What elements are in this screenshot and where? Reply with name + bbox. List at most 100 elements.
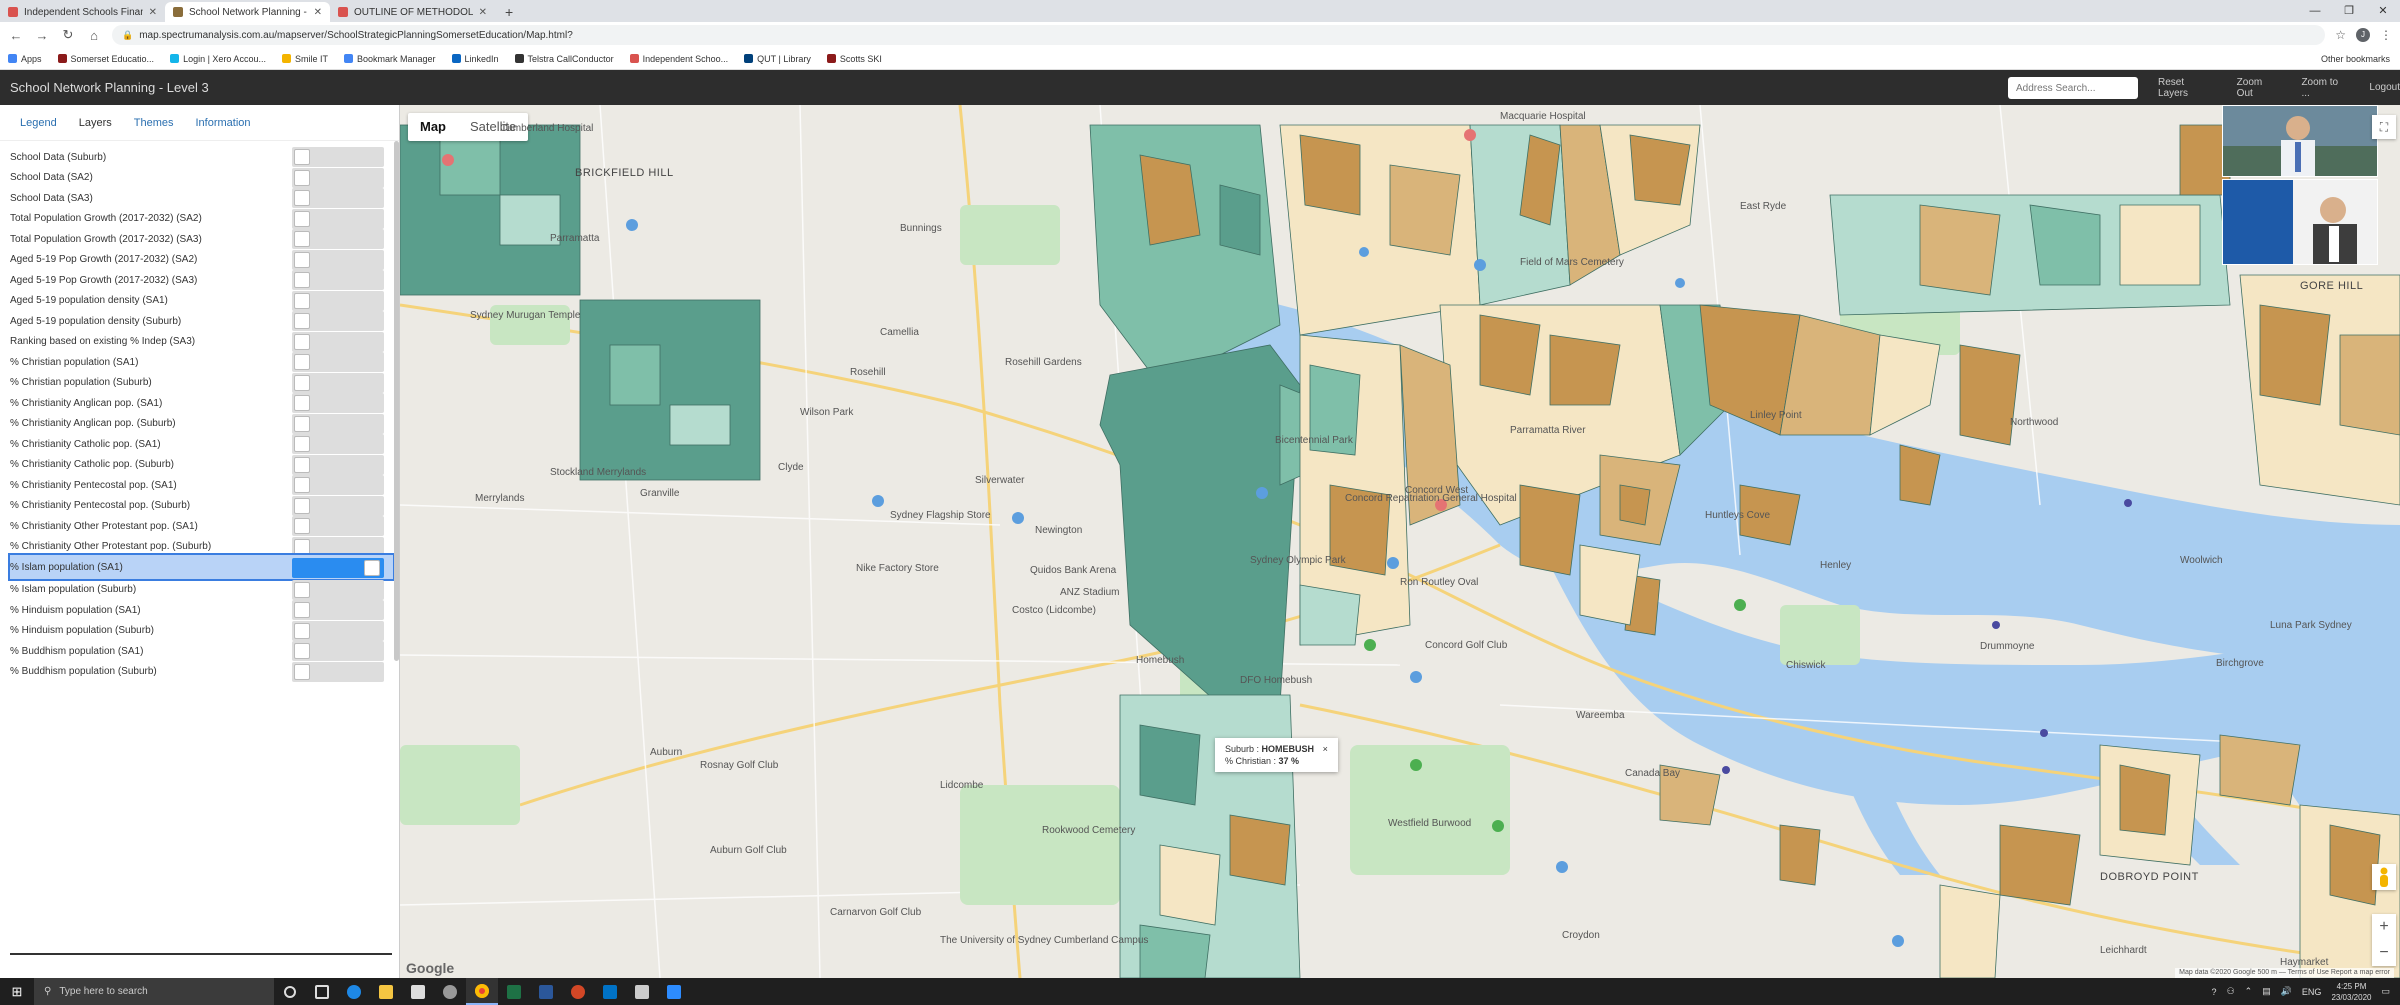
new-tab-button[interactable]: + (495, 2, 523, 22)
layer-toggle[interactable] (292, 579, 384, 600)
people-icon[interactable]: ⚇ (2227, 986, 2235, 997)
layer-toggle[interactable] (292, 372, 384, 393)
star-icon[interactable]: ☆ (2335, 28, 2346, 42)
chrome-icon[interactable] (466, 978, 498, 1005)
tooltip-close-icon[interactable]: × (1323, 744, 1328, 754)
snipping-icon[interactable] (626, 978, 658, 1005)
fullscreen-icon[interactable]: ⛶ (2372, 115, 2396, 139)
zoom-out-button[interactable]: − (2372, 940, 2396, 966)
app-icon[interactable] (434, 978, 466, 1005)
bookmark-item[interactable]: Independent Schoo... (629, 54, 728, 64)
task-view-icon[interactable] (306, 978, 338, 1005)
tab-title: OUTLINE OF METHODOLOGY AI (354, 6, 473, 18)
layer-toggle[interactable] (292, 331, 384, 352)
header-link[interactable]: Reset Layers (2158, 77, 2215, 99)
taskbar-search[interactable]: ⚲ Type here to search (34, 978, 274, 1005)
url-field[interactable]: 🔒 map.spectrumanalysis.com.au/mapserver/… (112, 25, 2326, 45)
panel-tab-information[interactable]: Information (196, 117, 251, 129)
layer-toggle[interactable] (292, 495, 384, 516)
powerpoint-icon[interactable] (562, 978, 594, 1005)
layer-toggle[interactable] (292, 167, 384, 188)
cortana-icon[interactable] (274, 978, 306, 1005)
layer-toggle[interactable] (292, 454, 384, 475)
layer-row[interactable]: % Buddhism population (Suburb) (10, 660, 393, 684)
layer-toggle[interactable] (292, 188, 384, 208)
notification-icon[interactable]: ▭ (2381, 986, 2390, 997)
layer-toggle[interactable] (292, 600, 384, 620)
header-link[interactable]: Logout (2369, 82, 2400, 93)
layer-toggle[interactable] (292, 393, 384, 413)
layer-toggle[interactable] (292, 290, 384, 311)
excel-icon[interactable] (498, 978, 530, 1005)
reload-icon[interactable]: ↻ (60, 27, 76, 43)
volume-icon[interactable]: 🔊 (2281, 986, 2292, 997)
panel-scrollbar[interactable] (394, 141, 399, 661)
menu-dots-icon[interactable]: ⋮ (2380, 28, 2392, 42)
map-type-map-button[interactable]: Map (408, 113, 458, 141)
layer-toggle[interactable] (292, 311, 384, 331)
minimize-button[interactable]: — (2298, 0, 2332, 22)
network-icon[interactable]: ▤ (2262, 986, 2271, 997)
browser-tab[interactable]: Independent Schools Financial R ✕ (0, 2, 165, 22)
tray-chevron-icon[interactable]: ⌃ (2245, 986, 2253, 997)
zoom-app-icon[interactable] (658, 978, 690, 1005)
other-bookmarks[interactable]: Other bookmarks (2321, 48, 2390, 70)
label-macquarie-hospital: Macquarie Hospital (1500, 111, 1586, 122)
layer-toggle[interactable] (292, 558, 384, 578)
layer-toggle[interactable] (292, 413, 384, 434)
panel-tab-legend[interactable]: Legend (20, 117, 57, 129)
label-quidos: Quidos Bank Arena (1030, 565, 1117, 576)
back-icon[interactable]: ← (8, 28, 24, 43)
pegman-icon[interactable] (2372, 864, 2396, 890)
profile-avatar[interactable]: J (2356, 28, 2370, 42)
home-icon[interactable]: ⌂ (86, 28, 102, 43)
bookmark-item[interactable]: QUT | Library (744, 54, 811, 64)
layer-toggle[interactable] (292, 352, 384, 372)
map-footer[interactable]: Map data ©2020 Google 500 m ⎯⎯ Terms of … (2175, 968, 2394, 978)
layer-toggle[interactable] (292, 620, 384, 641)
panel-tab-themes[interactable]: Themes (134, 117, 174, 129)
layer-toggle[interactable] (292, 661, 384, 682)
bookmark-item[interactable]: Bookmark Manager (343, 54, 436, 64)
language-indicator[interactable]: ENG (2302, 987, 2322, 997)
layer-toggle[interactable] (292, 229, 384, 249)
layer-toggle[interactable] (292, 475, 384, 495)
clock[interactable]: 4:25 PM 23/03/2020 (2331, 981, 2371, 1003)
panel-tab-layers[interactable]: Layers (79, 117, 112, 129)
browser-tab[interactable]: OUTLINE OF METHODOLOGY AI ✕ (330, 2, 495, 22)
layer-toggle[interactable] (292, 641, 384, 661)
bookmark-item[interactable]: Login | Xero Accou... (170, 54, 266, 64)
bookmark-item[interactable]: Telstra CallConductor (514, 54, 614, 64)
map-canvas[interactable]: Map Satellite Cumberland Hospital BRICKF… (400, 105, 2400, 978)
layer-toggle[interactable] (292, 249, 384, 270)
label-croydon: Croydon (1562, 930, 1600, 941)
tab-close-icon[interactable]: ✕ (314, 7, 322, 18)
header-link[interactable]: Zoom to ... (2301, 77, 2347, 99)
close-window-button[interactable]: ✕ (2366, 0, 2400, 22)
layer-toggle[interactable] (292, 147, 384, 167)
tab-close-icon[interactable]: ✕ (479, 7, 487, 18)
store-icon[interactable] (402, 978, 434, 1005)
forward-icon[interactable]: → (34, 28, 50, 43)
tab-close-icon[interactable]: ✕ (149, 7, 157, 18)
layer-toggle[interactable] (292, 516, 384, 536)
bookmark-item[interactable]: Somerset Educatio... (57, 54, 154, 64)
layer-toggle[interactable] (292, 270, 384, 290)
browser-tab[interactable]: School Network Planning - Leve ✕ (165, 2, 330, 22)
bookmark-item[interactable]: Apps (8, 54, 42, 64)
address-search-input[interactable] (2008, 77, 2138, 99)
bookmark-item[interactable]: Scotts SKI (826, 54, 882, 64)
layer-toggle[interactable] (292, 208, 384, 229)
edge-icon[interactable] (338, 978, 370, 1005)
bookmark-item[interactable]: Smile IT (281, 54, 328, 64)
help-icon[interactable]: ? (2212, 987, 2217, 997)
header-link[interactable]: Zoom Out (2237, 77, 2280, 99)
word-icon[interactable] (530, 978, 562, 1005)
zoom-in-button[interactable]: + (2372, 914, 2396, 940)
maximize-button[interactable]: ❐ (2332, 0, 2366, 22)
file-explorer-icon[interactable] (370, 978, 402, 1005)
outlook-icon[interactable] (594, 978, 626, 1005)
bookmark-item[interactable]: LinkedIn (451, 54, 499, 64)
layer-toggle[interactable] (292, 434, 384, 454)
windows-start-icon[interactable]: ⊞ (0, 978, 34, 1005)
